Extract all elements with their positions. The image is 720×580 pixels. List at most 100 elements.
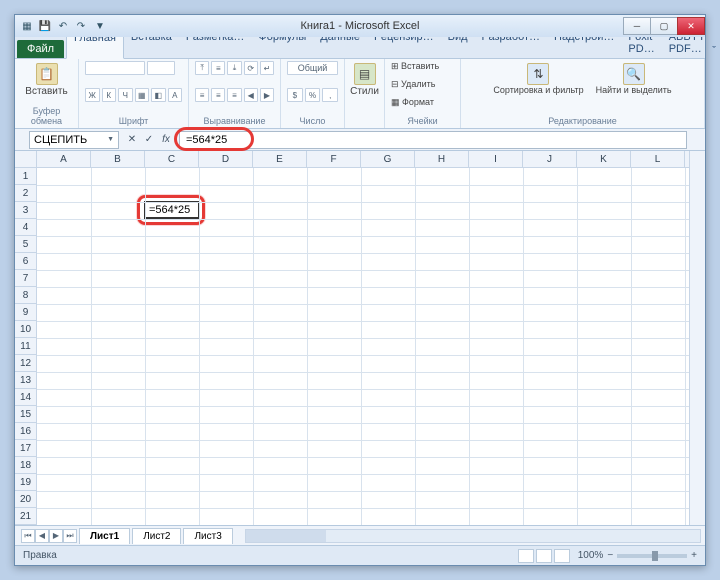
qat-dropdown-icon[interactable]: ▼ (92, 18, 108, 34)
align-top-button[interactable]: ⤒ (195, 61, 209, 75)
align-bottom-button[interactable]: ⤓ (227, 61, 241, 75)
underline-button[interactable]: Ч (118, 88, 133, 102)
fill-color-button[interactable]: ◧ (151, 88, 166, 102)
file-tab[interactable]: Файл (17, 40, 64, 58)
row-header[interactable]: 3 (15, 202, 36, 219)
sheet-nav-first-icon[interactable]: ⏮ (21, 529, 35, 543)
column-header[interactable]: H (415, 151, 469, 167)
zoom-out-button[interactable]: − (607, 550, 613, 561)
group-label-editing: Редактирование (465, 115, 700, 126)
row-header[interactable]: 11 (15, 338, 36, 355)
save-icon[interactable]: 💾 (37, 18, 53, 34)
sheet-nav-prev-icon[interactable]: ◀ (35, 529, 49, 543)
scroll-thumb[interactable] (246, 530, 326, 542)
cells-format-button[interactable]: ▦ Формат (391, 97, 434, 108)
row-header[interactable]: 2 (15, 185, 36, 202)
column-header[interactable]: C (145, 151, 199, 167)
percent-button[interactable]: % (305, 88, 321, 102)
styles-button[interactable]: ▤ Стили (349, 61, 380, 99)
align-left-button[interactable]: ≡ (195, 88, 209, 102)
column-header[interactable]: I (469, 151, 523, 167)
cells-delete-button[interactable]: ⊟ Удалить (391, 79, 435, 90)
paste-button[interactable]: 📋 Вставить (19, 61, 74, 99)
view-pagebreak-icon[interactable] (554, 549, 570, 563)
sort-filter-button[interactable]: ⇅Сортировка и фильтр (490, 61, 586, 98)
border-button[interactable]: ▦ (135, 88, 150, 102)
align-right-button[interactable]: ≡ (227, 88, 241, 102)
status-bar: Правка 100% − + (15, 545, 705, 565)
minimize-ribbon-icon[interactable]: ˇ (712, 45, 716, 58)
font-family-select[interactable] (85, 61, 145, 75)
cells-insert-button[interactable]: ⊞ Вставить (391, 61, 439, 72)
bold-button[interactable]: Ж (85, 88, 100, 102)
column-header[interactable]: J (523, 151, 577, 167)
row-header[interactable]: 16 (15, 423, 36, 440)
redo-icon[interactable]: ↷ (73, 18, 89, 34)
select-all-corner[interactable] (15, 151, 37, 168)
column-header[interactable]: K (577, 151, 631, 167)
align-middle-button[interactable]: ≡ (211, 61, 225, 75)
view-normal-icon[interactable] (518, 549, 534, 563)
orientation-button[interactable]: ⟳ (244, 61, 258, 75)
name-box-dropdown-icon[interactable]: ▼ (107, 136, 114, 143)
row-header[interactable]: 10 (15, 321, 36, 338)
row-header[interactable]: 5 (15, 236, 36, 253)
maximize-button[interactable]: ▢ (650, 17, 678, 35)
column-header[interactable]: L (631, 151, 685, 167)
cancel-formula-icon[interactable]: ✕ (125, 133, 139, 147)
indent-dec-button[interactable]: ◀ (244, 88, 258, 102)
currency-button[interactable]: $ (287, 88, 303, 102)
undo-icon[interactable]: ↶ (55, 18, 71, 34)
align-center-button[interactable]: ≡ (211, 88, 225, 102)
view-layout-icon[interactable] (536, 549, 552, 563)
worksheet-grid[interactable]: ABCDEFGHIJKL 123456789101112131415161718… (15, 151, 705, 525)
row-header[interactable]: 8 (15, 287, 36, 304)
find-select-button[interactable]: 🔍Найти и выделить (593, 61, 675, 98)
row-header[interactable]: 1 (15, 168, 36, 185)
column-header[interactable]: B (91, 151, 145, 167)
minimize-button[interactable]: ─ (623, 17, 651, 35)
enter-formula-icon[interactable]: ✓ (142, 133, 156, 147)
vertical-scrollbar[interactable] (689, 151, 705, 525)
column-header[interactable]: E (253, 151, 307, 167)
row-header[interactable]: 18 (15, 457, 36, 474)
number-format-select[interactable]: Общий (287, 61, 338, 75)
column-header[interactable]: A (37, 151, 91, 167)
row-header[interactable]: 7 (15, 270, 36, 287)
wrap-text-button[interactable]: ↵ (260, 61, 274, 75)
sheet-tab[interactable]: Лист2 (132, 528, 181, 544)
indent-inc-button[interactable]: ▶ (260, 88, 274, 102)
sheet-nav-next-icon[interactable]: ▶ (49, 529, 63, 543)
comma-button[interactable]: , (322, 88, 338, 102)
column-header[interactable]: G (361, 151, 415, 167)
fx-icon[interactable]: fx (159, 133, 173, 147)
row-header[interactable]: 17 (15, 440, 36, 457)
row-header[interactable]: 6 (15, 253, 36, 270)
close-button[interactable]: ✕ (677, 17, 705, 35)
name-box[interactable]: СЦЕПИТЬ ▼ (29, 131, 119, 149)
column-header[interactable]: D (199, 151, 253, 167)
formula-bar[interactable]: =564*25 (179, 131, 687, 149)
font-size-select[interactable] (147, 61, 175, 75)
sort-icon: ⇅ (527, 63, 549, 85)
row-header[interactable]: 13 (15, 372, 36, 389)
sheet-tab[interactable]: Лист1 (79, 528, 130, 544)
row-header[interactable]: 14 (15, 389, 36, 406)
row-header[interactable]: 12 (15, 355, 36, 372)
row-header[interactable]: 20 (15, 491, 36, 508)
column-header[interactable]: F (307, 151, 361, 167)
row-header[interactable]: 9 (15, 304, 36, 321)
zoom-in-button[interactable]: + (691, 550, 697, 561)
cells-area[interactable]: =564*25 (37, 168, 689, 525)
row-header[interactable]: 21 (15, 508, 36, 525)
zoom-slider[interactable] (617, 554, 687, 558)
italic-button[interactable]: К (102, 88, 117, 102)
horizontal-scrollbar[interactable] (245, 529, 701, 543)
font-color-button[interactable]: A (168, 88, 183, 102)
sheet-tab[interactable]: Лист3 (183, 528, 232, 544)
sheet-nav-last-icon[interactable]: ⏭ (63, 529, 77, 543)
active-cell[interactable]: =564*25 (144, 201, 200, 219)
row-header[interactable]: 4 (15, 219, 36, 236)
row-header[interactable]: 19 (15, 474, 36, 491)
row-header[interactable]: 15 (15, 406, 36, 423)
